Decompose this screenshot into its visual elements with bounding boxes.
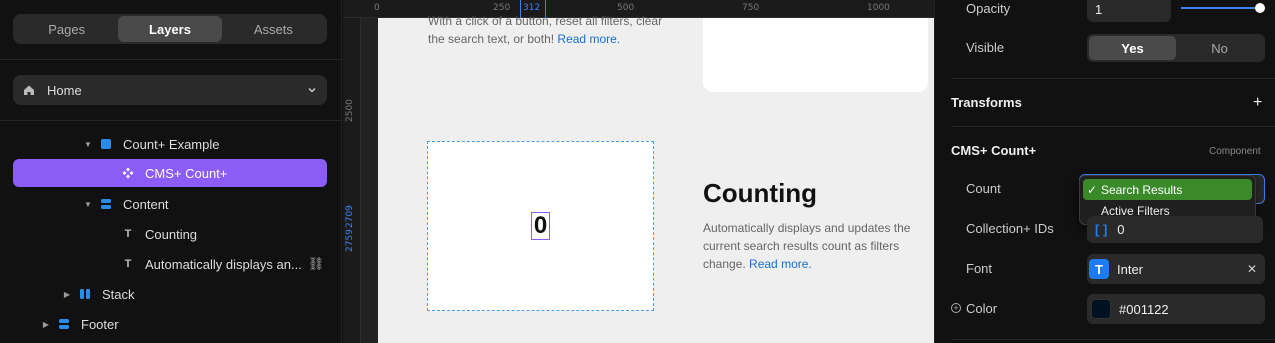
count-component[interactable]: 0 <box>427 141 654 311</box>
visible-toggle: Yes No <box>1087 34 1265 62</box>
visible-label: Visible <box>966 40 1005 55</box>
page-selector-label: Home <box>47 82 82 98</box>
layer-label: Counting <box>145 226 198 242</box>
properties-panel: Opacity 1 Visible Yes No Transforms + CM… <box>934 0 1275 343</box>
color-swatch[interactable] <box>1091 299 1111 319</box>
collection-ids-label: Collection+ IDs <box>966 221 1054 236</box>
layer-content[interactable]: ▼ Content <box>13 190 327 218</box>
layer-label: Content <box>123 196 169 212</box>
visible-no-button[interactable]: No <box>1176 36 1263 60</box>
link-icon: ⛓ <box>307 256 325 271</box>
layer-label: Automatically displays an... <box>145 256 302 272</box>
divider <box>951 126 1275 127</box>
layer-label: CMS+ Count+ <box>145 165 228 181</box>
color-value: #001122 <box>1119 301 1169 317</box>
ruler-tick: 2500 <box>345 99 355 122</box>
layer-label: Stack <box>102 286 135 302</box>
layer-count-example[interactable]: ▼ Count+ Example <box>13 130 327 158</box>
design-canvas[interactable]: 0 250 312 500 750 1000 2500 2709 2759 Wi… <box>343 0 934 343</box>
color-label: Color <box>966 301 998 316</box>
home-icon <box>24 85 34 95</box>
font-type-icon: T <box>1089 259 1109 279</box>
caret-right-icon[interactable]: ▶ <box>62 290 72 299</box>
tab-assets[interactable]: Assets <box>222 16 325 42</box>
component-square-icon <box>99 137 113 151</box>
font-input[interactable]: T Inter ✕ <box>1087 254 1265 284</box>
visible-yes-button[interactable]: Yes <box>1089 36 1176 60</box>
read-more-link[interactable]: Read more. <box>749 257 812 271</box>
opacity-slider[interactable] <box>1181 7 1261 9</box>
opacity-label: Opacity <box>966 1 1011 16</box>
color-input[interactable]: #001122 <box>1087 294 1265 324</box>
divider <box>0 120 342 121</box>
clear-font-icon[interactable]: ✕ <box>1247 262 1257 276</box>
ruler-tick-selected: 2759 <box>345 229 355 252</box>
preview-card <box>703 18 928 92</box>
chevron-down-icon <box>308 87 316 93</box>
stack-icon <box>99 197 113 211</box>
section-description: Automatically displays and updates the c… <box>703 219 928 273</box>
text-icon: T <box>124 228 132 240</box>
collection-ids-input[interactable]: [ ] 0 <box>1087 216 1263 243</box>
ruler-tick: 750 <box>742 3 760 13</box>
opacity-input[interactable]: 1 <box>1087 0 1171 22</box>
layer-cms-count[interactable]: CMS+ Count+ <box>13 159 327 187</box>
artboard[interactable]: With a click of a button, reset all filt… <box>378 14 934 343</box>
panel-tabs: Pages Layers Assets <box>13 14 327 44</box>
option-search-results[interactable]: ✓ Search Results <box>1083 179 1252 200</box>
divider <box>951 339 1275 340</box>
font-label: Font <box>966 261 993 276</box>
tab-layers[interactable]: Layers <box>118 16 222 42</box>
count-label: Count <box>966 181 1001 196</box>
divider <box>0 59 342 60</box>
layer-label: Count+ Example <box>123 136 220 152</box>
component-tag: Component <box>1209 146 1261 157</box>
intro-text: With a click of a button, reset all filt… <box>428 14 663 46</box>
section-title: Counting <box>703 178 818 208</box>
horizontal-stack-icon <box>78 287 92 301</box>
count-value[interactable]: 0 <box>530 212 551 240</box>
read-more-link[interactable]: Read more. <box>557 32 620 46</box>
option-label: Search Results <box>1101 182 1183 197</box>
text-icon: T <box>124 258 132 270</box>
layer-footer[interactable]: ▶ Footer <box>13 310 327 338</box>
component-diamond-icon <box>121 166 135 180</box>
add-transform-icon[interactable]: + <box>1253 94 1262 112</box>
intro-paragraph: With a click of a button, reset all filt… <box>428 12 668 48</box>
brackets-icon: [ ] <box>1095 222 1108 237</box>
caret-down-icon[interactable]: ▼ <box>83 200 93 209</box>
layer-counting[interactable]: T Counting <box>13 220 327 248</box>
divider <box>951 78 1275 79</box>
ruler-tick-selected: 2709 <box>345 205 355 228</box>
opacity-slider-handle[interactable] <box>1255 3 1265 13</box>
collection-ids-value: 0 <box>1117 222 1125 237</box>
layer-auto-desc[interactable]: T Automatically displays an... ⛓ <box>13 250 327 278</box>
transforms-heading: Transforms <box>951 95 1022 110</box>
checkmark-icon: ✓ <box>1087 182 1098 197</box>
component-heading: CMS+ Count+ <box>951 143 1037 158</box>
caret-right-icon[interactable]: ▶ <box>41 320 51 329</box>
ruler-tick: 1000 <box>867 3 890 13</box>
font-value: Inter <box>1117 261 1144 277</box>
layer-stack[interactable]: ▶ Stack <box>13 280 327 308</box>
caret-down-icon[interactable]: ▼ <box>83 140 93 149</box>
add-color-icon[interactable]: + <box>951 303 961 313</box>
layers-panel: Pages Layers Assets Home ▼ Count+ Exampl… <box>0 0 342 343</box>
page-selector[interactable]: Home <box>13 75 327 105</box>
tab-pages[interactable]: Pages <box>15 16 118 42</box>
layer-label: Footer <box>81 316 119 332</box>
ruler-tick: 0 <box>374 3 380 13</box>
ruler-vertical: 2500 2709 2759 <box>343 18 361 343</box>
stack-icon <box>57 317 71 331</box>
